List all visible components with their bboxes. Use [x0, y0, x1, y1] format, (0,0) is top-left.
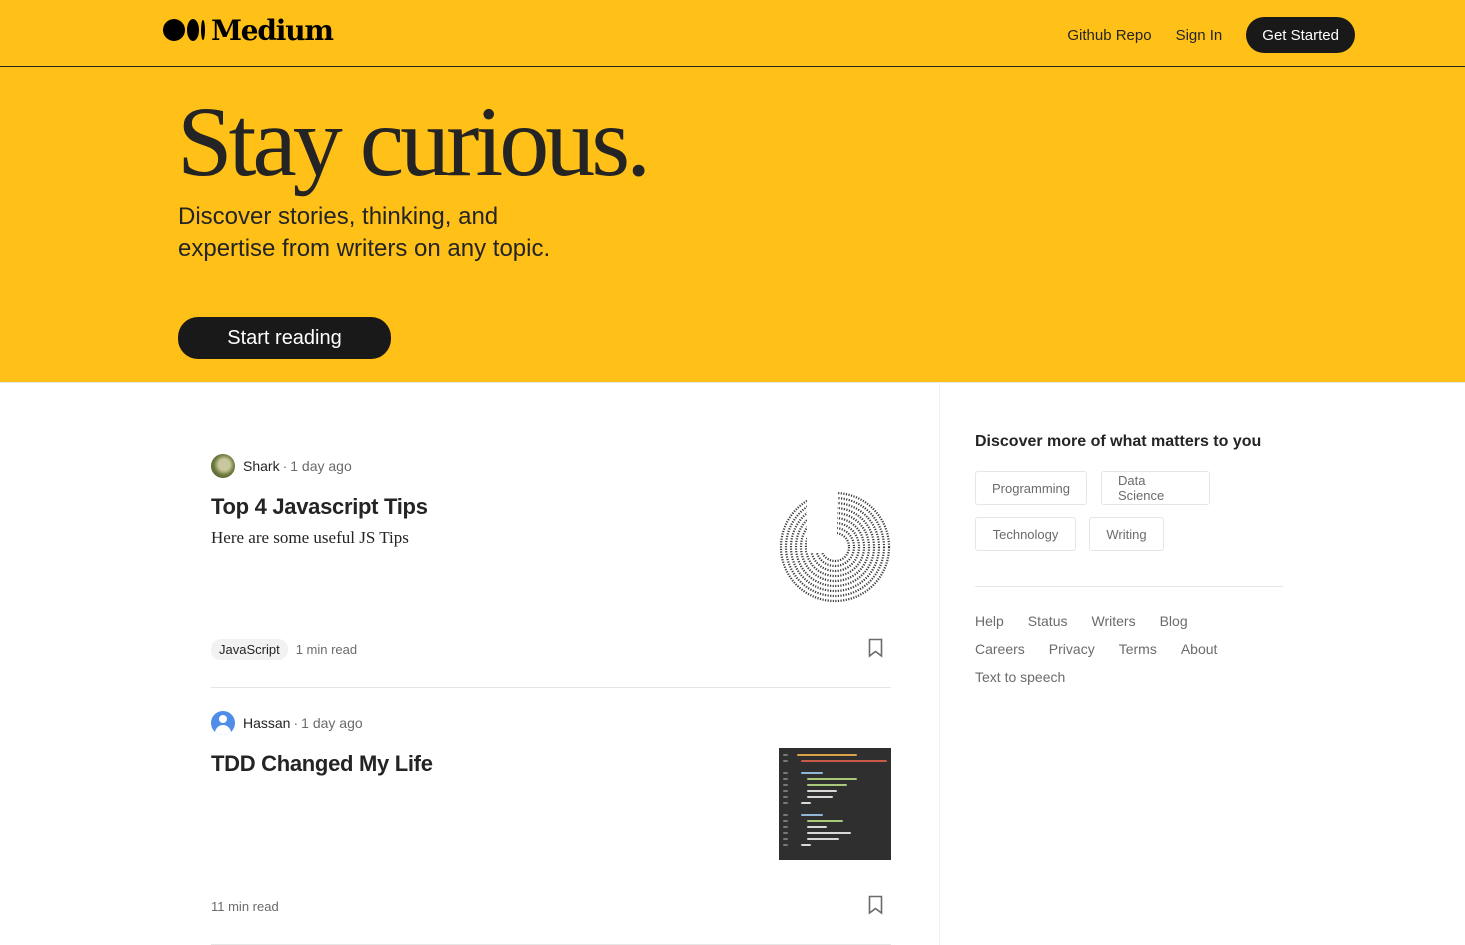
footer-link-status[interactable]: Status [1028, 613, 1068, 629]
brand-name: Medium [211, 13, 334, 47]
read-time: 1 min read [295, 641, 358, 657]
published-time: 1 day ago [301, 715, 363, 731]
sidebar-divider [975, 586, 1283, 587]
article-title[interactable]: Top 4 Javascript Tips [211, 494, 428, 520]
published-time: 1 day ago [290, 458, 352, 474]
article-thumbnail-code[interactable] [779, 748, 891, 860]
meta-separator: · [282, 458, 288, 474]
article-thumbnail-circular-text[interactable] [779, 491, 891, 603]
article-card[interactable]: Hassan · 1 day ago TDD Changed My Life 1… [211, 711, 891, 945]
footer-links-row: Text to speech [975, 669, 1295, 685]
article-meta: Shark · 1 day ago [211, 454, 891, 478]
bookmark-icon[interactable] [868, 895, 883, 915]
footer-link-about[interactable]: About [1181, 641, 1218, 657]
hero-banner: Stay curious. Discover stories, thinking… [0, 67, 1465, 383]
sign-in-link[interactable]: Sign In [1176, 27, 1223, 44]
footer-link-writers[interactable]: Writers [1092, 613, 1136, 629]
start-reading-button[interactable]: Start reading [178, 317, 391, 359]
footer-links-row: Help Status Writers Blog [975, 613, 1295, 629]
topic-tag[interactable]: JavaScript [211, 638, 288, 660]
medium-logo[interactable]: Medium [163, 13, 334, 47]
footer-link-help[interactable]: Help [975, 613, 1004, 629]
meta-separator: · [293, 715, 299, 731]
header-nav: Github Repo Sign In Get Started [1067, 17, 1355, 53]
get-started-button[interactable]: Get Started [1246, 17, 1355, 53]
bookmark-icon[interactable] [868, 638, 883, 658]
topic-writing[interactable]: Writing [1089, 517, 1164, 551]
hero-title: Stay curious. [177, 86, 651, 197]
author-avatar[interactable] [211, 454, 235, 478]
article-footer: JavaScript 1 min read [211, 638, 891, 660]
footer-link-terms[interactable]: Terms [1119, 641, 1157, 657]
topic-programming[interactable]: Programming [975, 471, 1087, 505]
topic-data-science[interactable]: Data Science [1101, 471, 1210, 505]
topic-technology[interactable]: Technology [975, 517, 1076, 551]
author-name[interactable]: Shark [243, 458, 280, 474]
footer-link-careers[interactable]: Careers [975, 641, 1025, 657]
hero-subtitle: Discover stories, thinking, and expertis… [178, 203, 551, 262]
footer-link-privacy[interactable]: Privacy [1049, 641, 1095, 657]
sidebar-title: Discover more of what matters to you [975, 433, 1262, 450]
author-name[interactable]: Hassan [243, 715, 290, 731]
article-meta: Hassan · 1 day ago [211, 711, 891, 735]
read-time: 11 min read [211, 898, 279, 914]
footer-link-blog[interactable]: Blog [1160, 613, 1188, 629]
column-divider [939, 383, 940, 945]
footer-link-text-to-speech[interactable]: Text to speech [975, 669, 1065, 685]
author-avatar[interactable] [211, 711, 235, 735]
article-title[interactable]: TDD Changed My Life [211, 751, 433, 777]
article-footer: 11 min read [211, 895, 891, 917]
article-subtitle[interactable]: Here are some useful JS Tips [211, 528, 409, 548]
github-repo-link[interactable]: Github Repo [1067, 27, 1151, 44]
footer-links-row: Careers Privacy Terms About [975, 641, 1295, 657]
article-card[interactable]: Shark · 1 day ago Top 4 Javascript Tips … [211, 454, 891, 688]
medium-logo-icon [163, 19, 205, 41]
top-navbar: Medium Github Repo Sign In Get Started [0, 0, 1465, 67]
